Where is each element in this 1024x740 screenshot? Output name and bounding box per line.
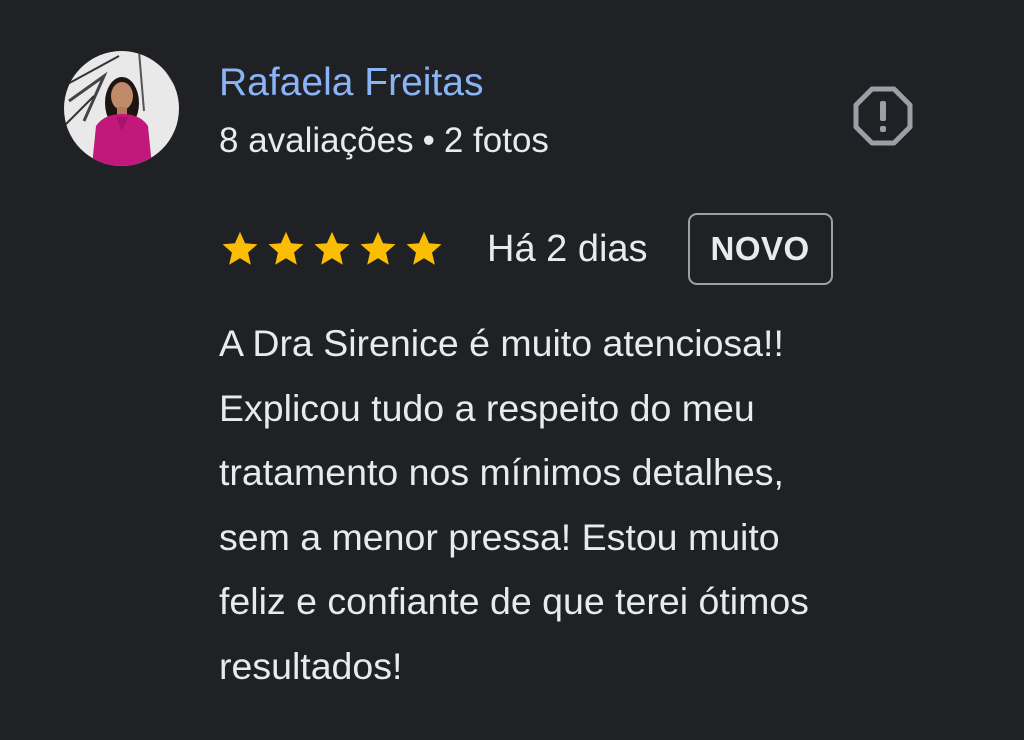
star-rating — [219, 228, 445, 270]
review-date: Há 2 dias — [487, 228, 648, 270]
review-text-line: A Dra Sirenice é muito atenciosa!! — [219, 322, 784, 364]
new-badge: NOVO — [687, 213, 833, 285]
star-icon — [406, 231, 442, 265]
review-text-line: sem a menor pressa! Estou muito — [219, 515, 780, 558]
reviewer-name[interactable]: Rafaela Freitas — [219, 58, 483, 108]
review-text-line: feliz e confiante de que terei ótimos — [219, 580, 809, 622]
star-icon — [222, 231, 258, 265]
photos-count: 2 fotos — [443, 121, 549, 160]
review-text-line: Explicou tudo a respeito do meu — [219, 386, 755, 429]
review-text-line: tratamento nos mínimos detalhes, — [219, 451, 784, 493]
report-flag-icon[interactable] — [852, 85, 914, 147]
star-icon — [360, 231, 396, 265]
review-text: A Dra Sirenice é muito atenciosa!! Expli… — [219, 311, 1009, 698]
meta-separator: • — [422, 121, 435, 160]
reviewer-stats[interactable]: 8 avaliações • 2 fotos — [219, 118, 549, 164]
reviews-count: 8 avaliações — [219, 121, 414, 160]
avatar-photo-icon — [64, 51, 179, 166]
review-text-line: resultados! — [219, 644, 403, 687]
star-icon — [314, 231, 350, 265]
rating-row: Há 2 dias NOVO — [219, 210, 833, 288]
reviewer-avatar[interactable] — [64, 51, 179, 166]
star-icon — [268, 231, 304, 265]
review-card: Rafaela Freitas 8 avaliações • 2 fotos Há … — [0, 0, 1024, 740]
